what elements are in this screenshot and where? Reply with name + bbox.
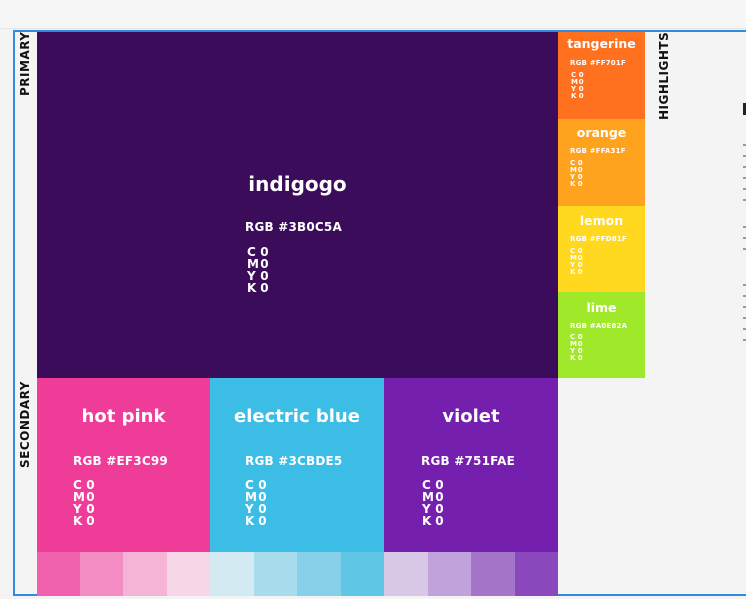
swatch-name: lemon bbox=[579, 213, 624, 228]
tint-swatch-hot-pink-4[interactable] bbox=[167, 552, 210, 596]
swatch-rgb: RGB #3CBDE5 bbox=[245, 454, 343, 468]
swatch-cmyk: C0 M0 Y0 K0 bbox=[570, 247, 583, 276]
swatch-name: orange bbox=[576, 125, 627, 140]
swatch-cmyk: C0 M0 Y0 K0 bbox=[73, 478, 95, 528]
swatch-name: indigogo bbox=[248, 172, 347, 196]
swatch-cmyk: C0 M0 Y0 K0 bbox=[571, 71, 584, 100]
secondary-swatch-hot-pink[interactable]: hot pink RGB #EF3C99 C0 M0 Y0 K0 bbox=[37, 378, 210, 552]
tint-swatch-hot-pink-2[interactable] bbox=[80, 552, 123, 596]
primary-swatch-indigogo[interactable]: indigogo RGB #3B0C5A C0 M0 Y0 K0 bbox=[37, 32, 558, 378]
swatch-rgb: RGB #FFA31F bbox=[570, 147, 626, 155]
swatch-name: violet bbox=[442, 406, 500, 427]
swatch-rgb: RGB #EF3C99 bbox=[73, 454, 168, 468]
swatch-rgb: RGB #751FAE bbox=[421, 454, 516, 468]
tint-swatch-violet-2[interactable] bbox=[428, 552, 471, 596]
swatch-cmyk: C0 M0 Y0 K0 bbox=[570, 159, 583, 188]
tint-swatch-electric-blue-2[interactable] bbox=[254, 552, 297, 596]
tint-swatch-hot-pink-3[interactable] bbox=[123, 552, 167, 596]
tint-swatch-violet-4[interactable] bbox=[515, 552, 558, 596]
swatch-rgb: RGB #FFD81F bbox=[570, 235, 627, 243]
tint-swatch-electric-blue-1[interactable] bbox=[210, 552, 254, 596]
highlight-swatch-lime[interactable]: lime RGB #A0E82A C0 M0 Y0 K0 bbox=[558, 292, 645, 378]
tint-swatch-electric-blue-3[interactable] bbox=[297, 552, 341, 596]
swatch-name: hot pink bbox=[81, 406, 166, 427]
swatch-name: lime bbox=[586, 300, 617, 315]
secondary-swatch-violet[interactable]: violet RGB #751FAE C0 M0 Y0 K0 bbox=[384, 378, 558, 552]
swatch-name: electric blue bbox=[234, 406, 360, 427]
tint-swatch-violet-3[interactable] bbox=[471, 552, 515, 596]
swatch-cmyk: C0 M0 Y0 K0 bbox=[245, 478, 267, 528]
swatch-rgb: RGB #3B0C5A bbox=[245, 220, 342, 234]
highlights-section-label: HIGHLIGHTS bbox=[657, 31, 671, 120]
swatch-cmyk: C0 M0 Y0 K0 bbox=[570, 333, 583, 362]
swatch-rgb: RGB #FF701F bbox=[570, 59, 626, 67]
tint-swatch-electric-blue-4[interactable] bbox=[341, 552, 384, 596]
swatch-rgb: RGB #A0E82A bbox=[570, 322, 628, 330]
top-toolbar bbox=[0, 0, 746, 29]
highlight-swatch-tangerine[interactable]: tangerine RGB #FF701F C0 M0 Y0 K0 bbox=[558, 32, 645, 119]
swatch-cmyk: C0 M0 Y0 K0 bbox=[422, 478, 444, 528]
secondary-swatch-electric-blue[interactable]: electric blue RGB #3CBDE5 C0 M0 Y0 K0 bbox=[210, 378, 384, 552]
secondary-section-label: SECONDARY bbox=[18, 381, 32, 468]
tint-swatch-hot-pink-1[interactable] bbox=[37, 552, 80, 596]
highlight-swatch-orange[interactable]: orange RGB #FFA31F C0 M0 Y0 K0 bbox=[558, 119, 645, 206]
primary-section-label: PRIMARY bbox=[18, 31, 32, 96]
swatch-name: tangerine bbox=[567, 36, 636, 51]
swatch-cmyk: C0 M0 Y0 K0 bbox=[247, 245, 269, 295]
tint-swatch-violet-1[interactable] bbox=[384, 552, 428, 596]
highlight-swatch-lemon[interactable]: lemon RGB #FFD81F C0 M0 Y0 K0 bbox=[558, 206, 645, 292]
